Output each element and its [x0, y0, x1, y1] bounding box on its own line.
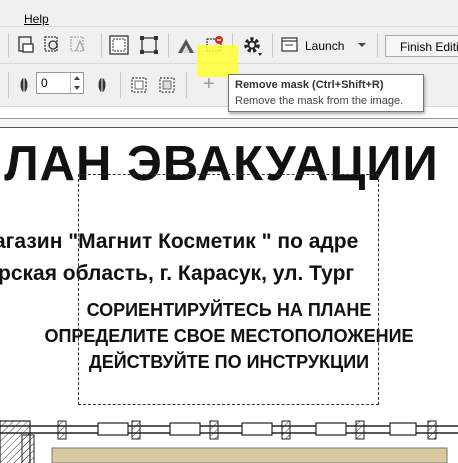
separator: [272, 33, 273, 57]
menu-bar: Help: [0, 0, 458, 27]
stepper-arrows[interactable]: [70, 73, 83, 93]
frame-icon[interactable]: [108, 34, 130, 56]
separator: [8, 33, 9, 57]
select-rect2-icon[interactable]: [158, 76, 176, 94]
feather-icon: [98, 78, 106, 92]
button-highlight: [197, 45, 238, 77]
select-rect-icon[interactable]: [130, 76, 148, 94]
mask-icon[interactable]: [42, 35, 64, 55]
feather-stepper[interactable]: 0: [36, 72, 84, 94]
separator: [8, 72, 9, 98]
separator: [168, 33, 169, 57]
stepper-up-down-icon[interactable]: [71, 73, 83, 93]
floor-plan-drawing: [0, 420, 458, 463]
tooltip-description: Remove the mask from the image.: [235, 95, 404, 107]
separator: [101, 33, 102, 57]
tooltip: Remove mask (Ctrl+Shift+R) Remove the ma…: [228, 74, 424, 112]
gear-icon[interactable]: [242, 35, 264, 57]
crop-icon[interactable]: [16, 35, 38, 55]
tooltip-title: Remove mask (Ctrl+Shift+R): [235, 79, 384, 91]
document-canvas[interactable]: ПЛАН ЭВАКУАЦИИ агазин "Магнит Косметик "…: [0, 128, 458, 463]
launch-button[interactable]: Launch: [305, 39, 344, 53]
finish-editing-button[interactable]: Finish Editi: [385, 35, 458, 57]
mask-selection[interactable]: [78, 174, 379, 405]
separator: [377, 33, 378, 57]
chevron-down-icon[interactable]: [357, 42, 367, 48]
separator: [186, 72, 187, 98]
finish-editing-label: Finish Editi: [400, 40, 458, 54]
transform-icon[interactable]: [138, 34, 160, 56]
menu-help[interactable]: Help: [24, 12, 49, 26]
feather-icon: [20, 78, 28, 92]
feather-value: 0: [41, 76, 48, 90]
mask-disabled-icon: [70, 36, 85, 52]
launch-icon[interactable]: [281, 37, 299, 53]
separator: [120, 72, 121, 98]
checker-icon[interactable]: [176, 35, 196, 55]
